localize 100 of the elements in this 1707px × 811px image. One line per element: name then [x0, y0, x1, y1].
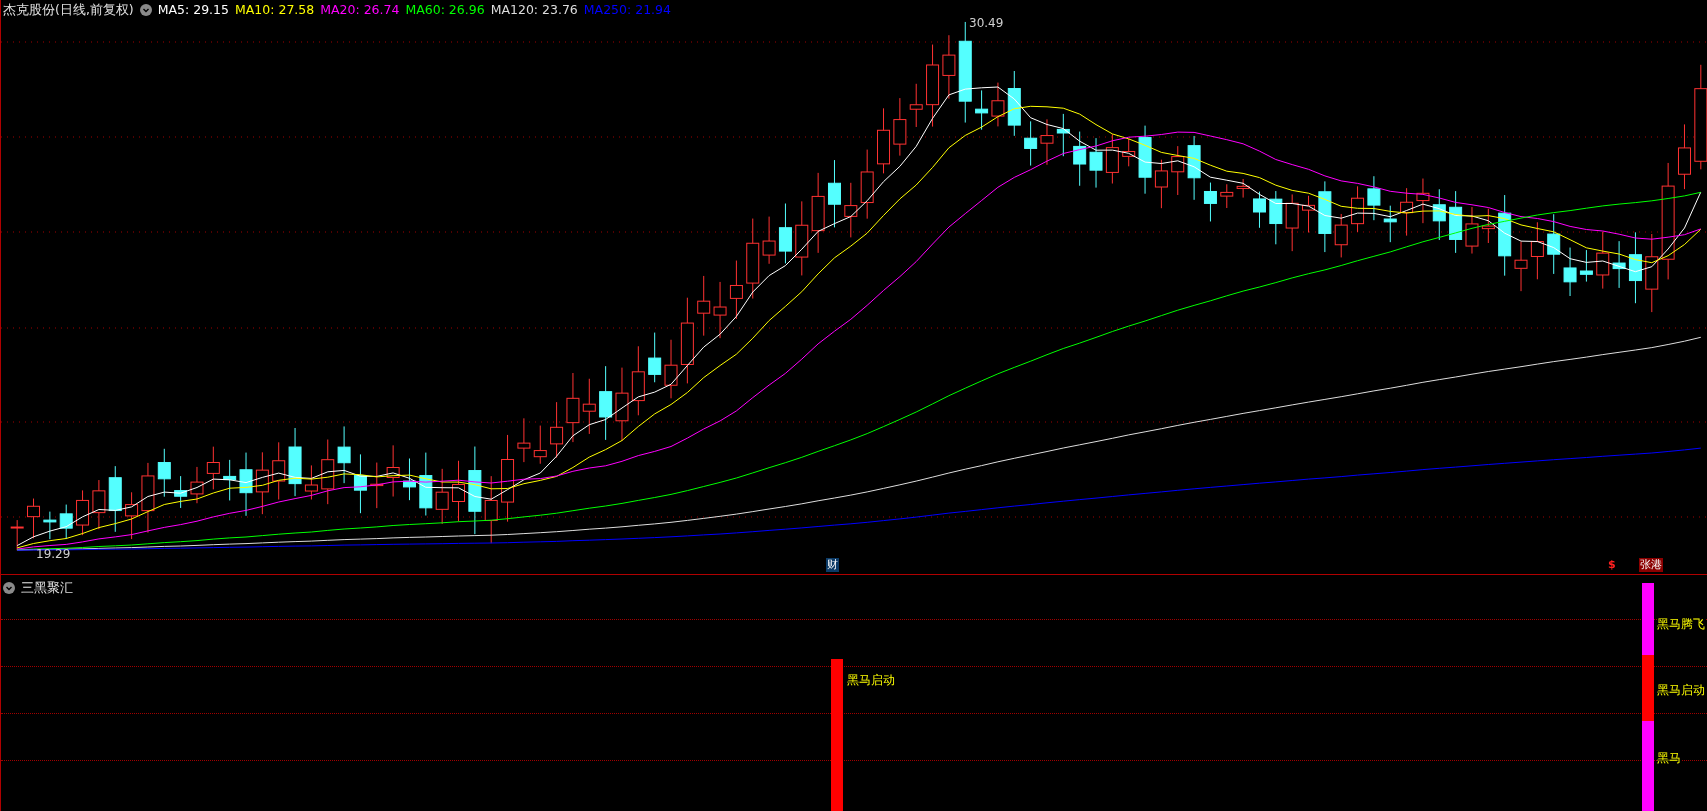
signal-label: 黑马启动: [1657, 681, 1705, 699]
candlestick: [484, 475, 498, 544]
candlestick: [353, 453, 367, 514]
candlestick: [517, 417, 531, 463]
candlestick: [76, 489, 90, 536]
candlestick: [157, 448, 171, 498]
moving-average-reading: MA120: 23.76: [490, 1, 578, 19]
candlestick: [1334, 213, 1348, 258]
candlestick: [239, 452, 253, 517]
candlestick: [1024, 120, 1038, 167]
candlestick: [991, 82, 1005, 127]
candlestick: [435, 468, 449, 525]
candlestick: [729, 260, 743, 320]
indicator-title: 三黑聚汇: [21, 579, 73, 597]
candlestick: [1383, 205, 1397, 243]
event-marker[interactable]: 张港: [1639, 558, 1663, 572]
candlestick: [1269, 190, 1283, 245]
candlestick: [141, 462, 155, 534]
candlestick: [893, 97, 907, 157]
candlestick: [1612, 240, 1626, 289]
event-marker[interactable]: $: [1607, 558, 1617, 572]
candlestick: [1481, 208, 1495, 244]
candlestick: [713, 281, 727, 339]
candlestick: [386, 444, 400, 497]
candlestick: [1579, 249, 1593, 283]
candlestick: [1154, 159, 1168, 209]
candlestick: [1138, 125, 1152, 195]
candlestick: [828, 159, 841, 228]
candlestick: [1089, 137, 1103, 189]
candlestick: [762, 216, 776, 265]
collapse-icon[interactable]: [3, 582, 15, 595]
candlestick: [1040, 118, 1054, 166]
candlestick: [255, 451, 269, 515]
candlestick: [1432, 188, 1446, 241]
candlestick: [648, 332, 662, 383]
candlestick: [1596, 231, 1610, 290]
moving-average-reading: MA5: 29.15: [157, 1, 229, 19]
candlestick: [909, 83, 923, 128]
candlestick: [1416, 178, 1430, 224]
candlestick: [1073, 131, 1087, 187]
candlestick: [1302, 195, 1315, 233]
candlestick: [1171, 145, 1185, 196]
candlestick: [337, 425, 351, 484]
moving-average-reading: MA20: 26.74: [320, 1, 400, 19]
candlestick: [370, 462, 384, 509]
candlestick: [1563, 247, 1577, 297]
candlestick: [1122, 138, 1136, 167]
signal-label: 黑马: [1657, 749, 1681, 767]
candlestick: [403, 458, 416, 501]
candlestick: [223, 459, 237, 501]
stock-title: 杰克股份(日线,前复权): [3, 1, 134, 19]
candlestick: [321, 439, 335, 505]
candlestick: [1465, 206, 1479, 255]
candlestick: [1449, 190, 1463, 254]
candlestick: [190, 466, 204, 504]
candlestick: [1187, 135, 1201, 201]
candlestick: [206, 446, 220, 490]
candlestick: [664, 339, 678, 399]
signal-label: 黑马启动: [847, 671, 895, 689]
collapse-icon[interactable]: [139, 4, 152, 17]
candlestick: [1105, 133, 1119, 185]
event-marker[interactable]: 财: [826, 558, 839, 572]
candlestick: [1007, 70, 1021, 137]
candlestick: [1367, 175, 1381, 221]
candlestick: [550, 401, 564, 459]
candlestick: [27, 498, 40, 539]
moving-average-reading: MA250: 21.94: [583, 1, 671, 19]
low-price-label: 19.29: [36, 546, 71, 563]
candlestick: [533, 425, 547, 465]
candlestick: [1530, 221, 1544, 280]
candlestick: [1220, 183, 1234, 209]
candlestick: [942, 34, 956, 100]
candlestick: [288, 427, 302, 497]
candlestick: [108, 465, 122, 533]
candlestick: [1285, 193, 1299, 252]
candlestick: [1514, 241, 1528, 292]
candlestick: [419, 452, 433, 516]
candlestick: [304, 464, 318, 500]
moving-average-reading: MA10: 27.58: [235, 1, 315, 19]
candlestick: [174, 475, 188, 509]
candlestick: [1678, 123, 1691, 190]
candlestick: [631, 345, 645, 416]
candlestick: [92, 479, 106, 530]
candlestick: [125, 491, 139, 540]
candlestick: [566, 372, 580, 443]
candlestick: [860, 149, 874, 220]
candlestick: [1547, 213, 1561, 275]
candlestick: [1236, 178, 1250, 199]
candlestick: [1351, 185, 1365, 233]
candlestick: [1056, 113, 1070, 157]
candlestick: [975, 89, 989, 131]
candlestick: [272, 441, 286, 500]
candlestick: [1253, 191, 1266, 229]
candlestick: [697, 275, 711, 337]
candlestick: [1203, 182, 1217, 222]
candlestick: [43, 511, 57, 540]
candlestick: [582, 378, 596, 435]
candlestick: [452, 460, 465, 522]
moving-average-reading: MA60: 26.96: [405, 1, 485, 19]
candlestick: [877, 107, 890, 174]
